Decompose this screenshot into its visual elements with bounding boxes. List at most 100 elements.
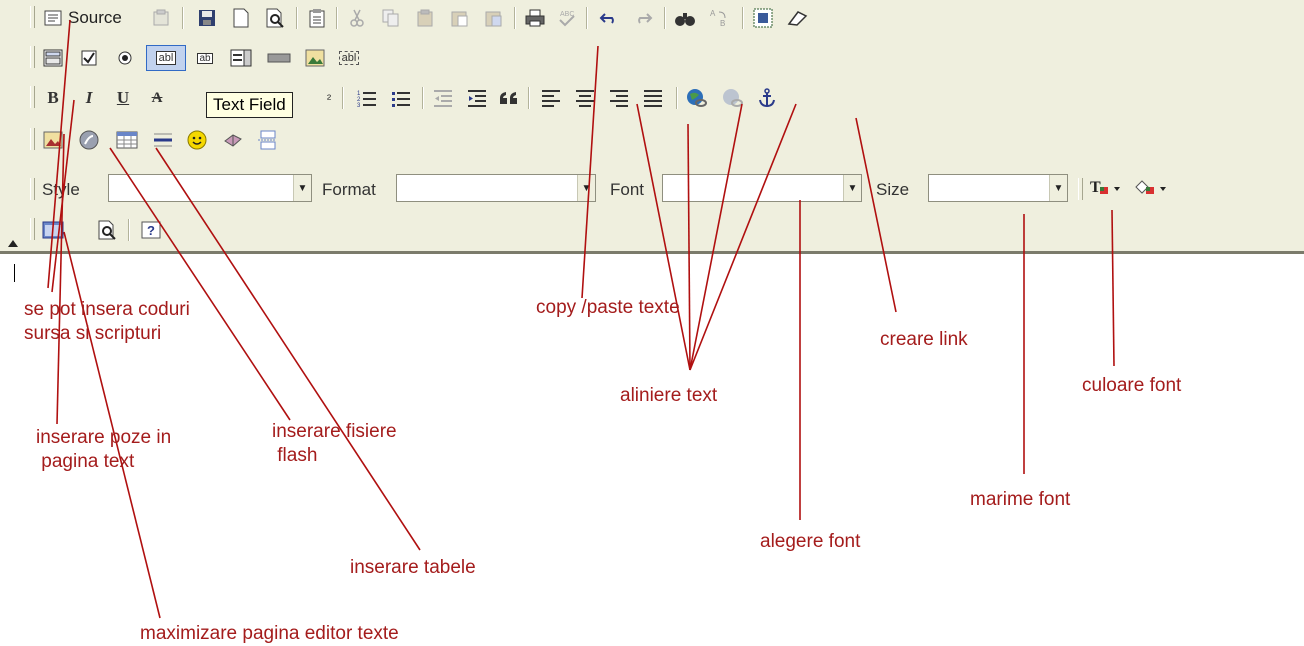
- anchor-button[interactable]: [754, 85, 780, 111]
- select-field-button[interactable]: [228, 45, 254, 71]
- save-button[interactable]: [194, 5, 220, 31]
- unlink-button[interactable]: [720, 85, 746, 111]
- find-icon: [674, 9, 696, 27]
- toolbar-grip[interactable]: [30, 218, 35, 240]
- toolbar-grip[interactable]: [30, 46, 35, 68]
- bold-button[interactable]: B: [40, 85, 66, 111]
- format-dropdown-icon[interactable]: ▼: [577, 175, 595, 201]
- image-icon: [43, 131, 63, 149]
- button-icon: [267, 53, 291, 63]
- paste-from-word-button[interactable]: [148, 5, 174, 31]
- indent-button[interactable]: [464, 85, 490, 111]
- text-color-button[interactable]: T: [1090, 175, 1124, 201]
- preview-icon: [265, 8, 285, 28]
- bulleted-list-button[interactable]: [388, 85, 414, 111]
- maximize-button[interactable]: [40, 217, 66, 243]
- form-button[interactable]: [40, 45, 66, 71]
- templates-button[interactable]: [304, 5, 330, 31]
- flash-button[interactable]: [76, 127, 102, 153]
- outdent-button[interactable]: [430, 85, 456, 111]
- underline-button[interactable]: U: [110, 85, 136, 111]
- about-button[interactable]: ?: [138, 217, 164, 243]
- strike-button[interactable]: A: [144, 85, 170, 111]
- toolbar-grip[interactable]: [30, 178, 35, 200]
- undo-button[interactable]: [596, 5, 622, 31]
- remove-format-button[interactable]: [784, 5, 810, 31]
- align-right-button[interactable]: [606, 85, 632, 111]
- print-button[interactable]: [522, 5, 548, 31]
- replace-button[interactable]: AB: [706, 5, 732, 31]
- font-dropdown-icon[interactable]: ▼: [843, 175, 861, 201]
- toolbar-grip[interactable]: [1078, 178, 1083, 200]
- preview-button[interactable]: [262, 5, 288, 31]
- paste-button[interactable]: [412, 5, 438, 31]
- toolbar-grip[interactable]: [30, 86, 35, 108]
- size-combo[interactable]: ▼: [928, 174, 1068, 202]
- select-all-button[interactable]: [750, 5, 776, 31]
- style-combo[interactable]: ▼: [108, 174, 312, 202]
- cut-button[interactable]: [344, 5, 370, 31]
- paste-word-icon: [484, 9, 502, 27]
- link-icon: [686, 88, 708, 108]
- horizontal-rule-button[interactable]: [150, 127, 176, 153]
- link-button[interactable]: [684, 85, 710, 111]
- collapse-toolbar-icon[interactable]: [8, 240, 18, 247]
- paste-text-button[interactable]: [446, 5, 472, 31]
- format-combo[interactable]: ▼: [396, 174, 596, 202]
- textarea-button[interactable]: ab: [192, 45, 218, 71]
- paste-word-button[interactable]: [480, 5, 506, 31]
- image-button-icon: [305, 49, 325, 67]
- italic-button[interactable]: I: [76, 85, 102, 111]
- text-field-button[interactable]: abl: [146, 45, 186, 71]
- cut-icon: [349, 9, 365, 27]
- annotation-copy-paste: copy /paste texte: [536, 297, 680, 318]
- indent-icon: [467, 89, 487, 107]
- special-char-icon: [223, 131, 243, 149]
- source-button[interactable]: Source: [40, 5, 126, 31]
- maximize-icon: [42, 221, 64, 239]
- toolbar-grip[interactable]: [30, 6, 35, 28]
- select-all-icon: [753, 8, 773, 28]
- checkbox-button[interactable]: [76, 45, 102, 71]
- numbered-list-button[interactable]: 123: [354, 85, 380, 111]
- annotation-create-link: creare link: [880, 329, 968, 350]
- align-center-button[interactable]: [572, 85, 598, 111]
- new-page-button[interactable]: [228, 5, 254, 31]
- copy-button[interactable]: [378, 5, 404, 31]
- paste-icon: [416, 9, 434, 27]
- textarea-icon: ab: [197, 52, 213, 64]
- special-char-button[interactable]: [220, 127, 246, 153]
- annotation-source-code: se pot insera coduri sursa si scripturi: [24, 299, 190, 344]
- background-color-button[interactable]: [1134, 175, 1170, 201]
- subscript-button[interactable]: ²: [316, 85, 342, 111]
- image-button[interactable]: [40, 127, 66, 153]
- justify-button[interactable]: [640, 85, 666, 111]
- redo-button[interactable]: [630, 5, 656, 31]
- tooltip-text-field: Text Field: [206, 92, 293, 118]
- find-button[interactable]: [672, 5, 698, 31]
- table-button[interactable]: [114, 127, 140, 153]
- bulleted-list-icon: [391, 89, 411, 107]
- font-combo[interactable]: ▼: [662, 174, 862, 202]
- radio-button[interactable]: [112, 45, 138, 71]
- toolbar-row-4: [30, 122, 396, 158]
- text-caret: [14, 264, 15, 282]
- form-icon: [43, 48, 63, 68]
- strike-icon: A: [151, 89, 163, 106]
- page-break-button[interactable]: [254, 127, 280, 153]
- hidden-field-button[interactable]: abl: [336, 45, 362, 71]
- horizontal-rule-icon: [153, 131, 173, 149]
- style-dropdown-icon[interactable]: ▼: [293, 175, 311, 201]
- button-button[interactable]: [266, 45, 292, 71]
- select-field-icon: [230, 49, 252, 67]
- spellcheck-button[interactable]: ABC: [554, 5, 580, 31]
- toolbar-grip[interactable]: [30, 128, 35, 150]
- blockquote-button[interactable]: [496, 85, 522, 111]
- show-blocks-button[interactable]: [94, 217, 120, 243]
- style-label: Style: [42, 180, 80, 199]
- align-left-button[interactable]: [538, 85, 564, 111]
- size-dropdown-icon[interactable]: ▼: [1049, 175, 1067, 201]
- image-button-button[interactable]: [302, 45, 328, 71]
- smiley-button[interactable]: [184, 127, 210, 153]
- hidden-field-icon: abl: [338, 51, 360, 65]
